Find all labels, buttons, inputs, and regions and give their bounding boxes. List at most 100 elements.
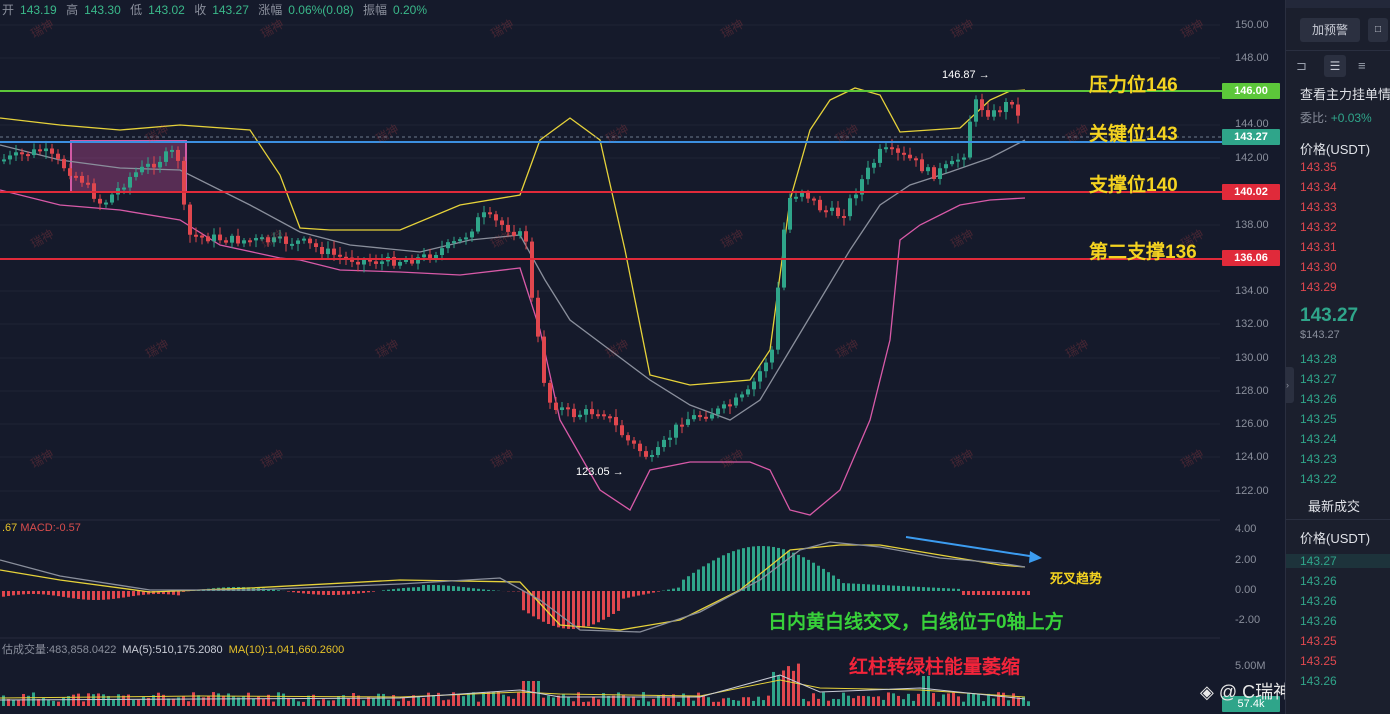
volume-bar <box>377 693 380 706</box>
macd-bar <box>47 591 50 595</box>
candle-body <box>296 240 300 244</box>
price-tick: 132.00 <box>1235 318 1269 330</box>
candle-body <box>926 167 930 172</box>
volume-bar <box>517 692 520 706</box>
volume-bar <box>372 698 375 706</box>
volume-bar <box>352 693 355 706</box>
volume-bar <box>897 695 900 706</box>
price-tick: 142.00 <box>1235 152 1269 164</box>
macd-bar <box>437 585 440 591</box>
volume-bar <box>592 697 595 706</box>
last-price: 143.27 <box>1300 305 1359 326</box>
candle-body <box>224 240 228 243</box>
macd-bar <box>102 591 105 600</box>
candle-body <box>302 238 306 241</box>
macd-bar <box>967 591 970 595</box>
candle-body <box>890 147 894 150</box>
volume-bar <box>717 701 720 706</box>
volume-bar <box>1002 692 1005 706</box>
volume-bar <box>252 698 255 706</box>
macd-bar <box>567 591 570 629</box>
volume-bar <box>812 693 815 706</box>
volume-bar <box>787 666 790 706</box>
candlestick-chart[interactable] <box>0 0 1285 714</box>
volume-bar <box>82 701 85 706</box>
candle-body <box>110 194 114 203</box>
volume-bar <box>552 697 555 706</box>
candle-body <box>602 414 606 417</box>
macd-bar <box>302 591 305 594</box>
macd-bar <box>882 585 885 591</box>
volume-bar <box>492 692 495 706</box>
macd-bar <box>552 591 555 626</box>
volume-bar <box>277 692 280 706</box>
candle-body <box>194 234 198 237</box>
ratio-row: 委比: +0.03% <box>1300 111 1372 125</box>
volume-bar <box>292 698 295 706</box>
candle-body <box>356 261 360 265</box>
macd-bar <box>582 591 585 628</box>
volume-bar <box>432 695 435 706</box>
macd-bar <box>27 591 30 595</box>
trade-row: 143.25 <box>1300 654 1337 668</box>
list-view-icon[interactable]: ☰ <box>1324 55 1346 77</box>
macd-bar <box>392 589 395 591</box>
candle-body <box>308 238 312 244</box>
macd-bar <box>677 587 680 591</box>
macd-bar <box>832 575 835 591</box>
candle-body <box>494 214 498 221</box>
candle-body <box>878 148 882 163</box>
volume-bar <box>542 697 545 706</box>
macd-bar <box>562 591 565 629</box>
candle-body <box>704 416 708 419</box>
candle-body <box>932 167 936 179</box>
volume-bar <box>527 681 530 706</box>
candle-body <box>986 110 990 117</box>
candle-body <box>500 220 504 225</box>
volume-bar <box>12 699 15 706</box>
candle-body <box>398 261 402 266</box>
volume-bar <box>397 701 400 706</box>
volume-bar <box>802 698 805 706</box>
macd-bar <box>1002 591 1005 595</box>
volume-bar <box>1012 693 1015 706</box>
volume-bar <box>427 692 430 706</box>
candle-body <box>962 157 966 160</box>
orderbook-view-icon[interactable]: ≡ <box>1358 58 1366 73</box>
macd-bar <box>592 591 595 625</box>
candle-body <box>512 231 516 236</box>
candle-body <box>452 241 456 244</box>
more-button[interactable]: □ <box>1368 18 1388 42</box>
volume-bar <box>932 693 935 706</box>
macd-bar <box>442 585 445 591</box>
macd-bar <box>597 591 600 623</box>
macd-bar <box>602 591 605 620</box>
candle-body <box>248 240 252 243</box>
macd-bar <box>777 547 780 591</box>
volume-bar <box>107 695 110 706</box>
macd-bar <box>812 562 815 591</box>
volume-bar <box>857 695 860 706</box>
candle-body <box>464 237 468 240</box>
volume-bar <box>997 692 1000 706</box>
candle-body <box>320 246 324 255</box>
candle-body <box>236 235 240 244</box>
collapse-handle[interactable]: › <box>1286 367 1294 403</box>
candle-body <box>752 381 756 390</box>
candle-body <box>98 198 102 204</box>
price-tick: 150.00 <box>1235 19 1269 31</box>
macd-bar <box>112 591 115 599</box>
candle-body <box>128 176 132 188</box>
volume-bar <box>32 692 35 706</box>
volume-bar <box>47 699 50 706</box>
volume-annotation: 红柱转绿柱能量萎缩 <box>849 657 1021 678</box>
macd-bar <box>472 588 475 591</box>
volume-bar <box>702 695 705 706</box>
macd-bar <box>792 552 795 591</box>
candle-body <box>230 235 234 243</box>
add-alert-button[interactable]: 加预警 <box>1300 18 1360 42</box>
candle-body <box>338 254 342 257</box>
macd-bar <box>382 590 385 591</box>
candle-body <box>920 159 924 172</box>
pin-icon[interactable]: ⊐ <box>1296 58 1307 74</box>
